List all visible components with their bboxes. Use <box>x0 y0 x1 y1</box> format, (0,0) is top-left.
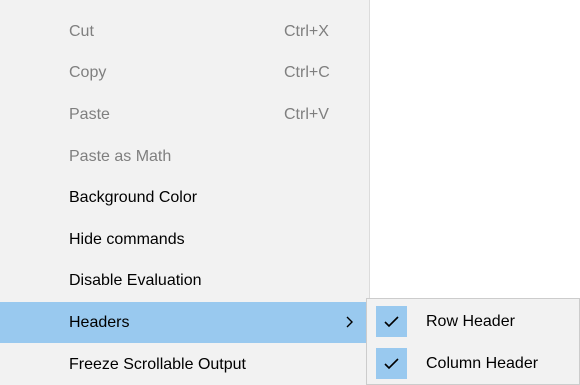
menu-item-label: Background Color <box>69 188 198 206</box>
menu-item-label: Hide commands <box>69 230 185 248</box>
submenu-item-row-header[interactable]: Row Header <box>367 301 579 342</box>
menu-item-paste-as-math[interactable]: Paste as Math <box>0 136 369 177</box>
menu-item-paste[interactable]: Paste Ctrl+V <box>0 94 369 135</box>
menu-item-background-color[interactable]: Background Color <box>0 177 369 218</box>
checkmark-icon <box>376 348 407 379</box>
menu-item-label: Paste <box>69 105 110 123</box>
context-menu: Cut Ctrl+X Copy Ctrl+C Paste Ctrl+V Past… <box>0 0 370 385</box>
stage: Cut Ctrl+X Copy Ctrl+C Paste Ctrl+V Past… <box>0 0 580 385</box>
submenu-item-label: Column Header <box>426 355 539 372</box>
chevron-right-icon <box>345 315 355 329</box>
menu-item-label: Freeze Scrollable Output <box>69 355 246 373</box>
menu-item-shortcut: Ctrl+V <box>284 105 329 123</box>
menu-item-label: Cut <box>69 22 94 40</box>
checkmark-icon <box>376 306 407 337</box>
headers-submenu: Row Header Column Header <box>366 298 580 385</box>
menu-item-shortcut: Ctrl+C <box>284 63 330 81</box>
menu-item-cut[interactable]: Cut Ctrl+X <box>0 11 369 52</box>
menu-item-copy[interactable]: Copy Ctrl+C <box>0 52 369 93</box>
submenu-item-label: Row Header <box>426 313 515 330</box>
menu-item-shortcut: Ctrl+X <box>284 22 329 40</box>
menu-item-hide-commands[interactable]: Hide commands <box>0 219 369 260</box>
menu-item-label: Paste as Math <box>69 147 172 165</box>
menu-item-label: Copy <box>69 63 107 81</box>
menu-item-label: Disable Evaluation <box>69 271 202 289</box>
menu-item-label: Headers <box>69 313 130 331</box>
menu-item-disable-evaluation[interactable]: Disable Evaluation <box>0 260 369 301</box>
menu-item-freeze-scrollable-output[interactable]: Freeze Scrollable Output <box>0 344 369 385</box>
menu-item-headers[interactable]: Headers <box>0 302 369 343</box>
submenu-item-column-header[interactable]: Column Header <box>367 343 579 384</box>
